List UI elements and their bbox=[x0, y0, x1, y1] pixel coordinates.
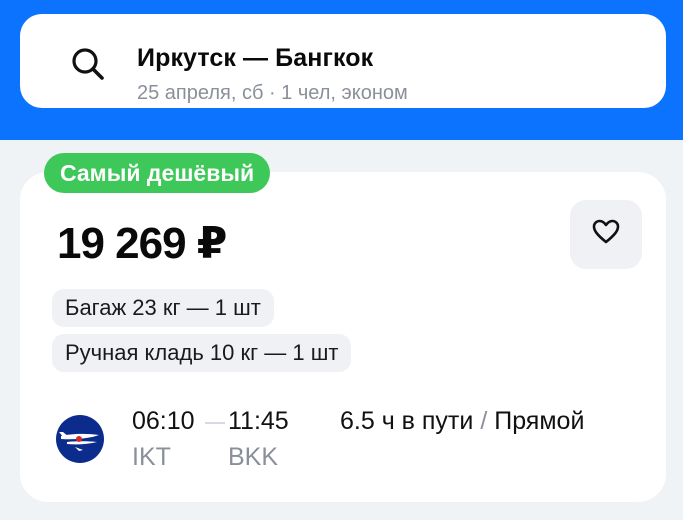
airline-logo bbox=[55, 414, 105, 464]
flight-duration: 6.5 ч в пути / Прямой bbox=[340, 407, 584, 436]
arrival-airport-code: BKK bbox=[228, 443, 279, 471]
duration-separator: / bbox=[480, 407, 488, 435]
duration-text: 6.5 ч в пути bbox=[340, 407, 474, 435]
search-details: 25 апреля, сб · 1 чел, эконом bbox=[137, 82, 408, 104]
hand-luggage-chip: Ручная кладь 10 кг — 1 шт bbox=[52, 334, 352, 372]
departure-airport-code: IKT bbox=[132, 443, 171, 471]
departure-time: 06:10 bbox=[132, 407, 195, 435]
time-divider bbox=[205, 422, 225, 424]
favorite-button[interactable] bbox=[570, 200, 642, 269]
stops-text: Прямой bbox=[494, 407, 585, 435]
search-route: Иркутск — Бангкок bbox=[137, 44, 374, 72]
search-icon[interactable] bbox=[68, 44, 108, 84]
baggage-chip: Багаж 23 кг — 1 шт bbox=[52, 289, 274, 327]
search-bar[interactable]: Иркутск — Бангкок 25 апреля, сб · 1 чел,… bbox=[20, 14, 666, 108]
heart-icon bbox=[592, 219, 620, 250]
ticket-price: 19 269 ₽ bbox=[57, 219, 227, 268]
cheapest-badge: Самый дешёвый bbox=[44, 153, 271, 193]
arrival-time: 11:45 bbox=[228, 407, 289, 435]
